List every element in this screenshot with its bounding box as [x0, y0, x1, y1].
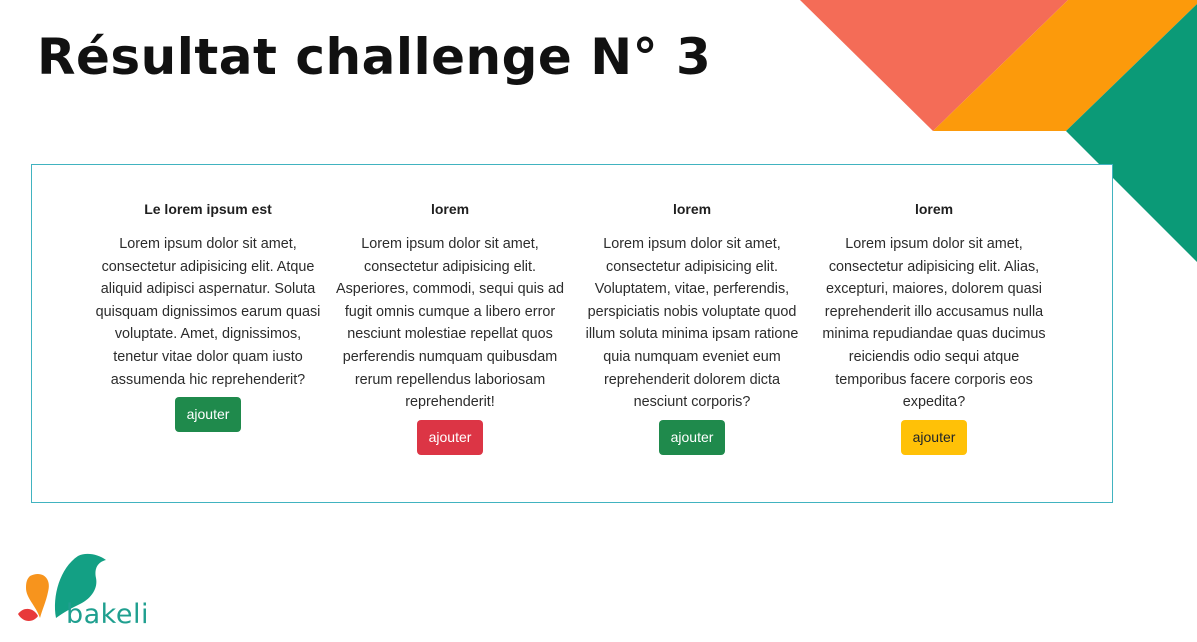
add-button[interactable]: ajouter	[658, 419, 726, 455]
page-title: Résultat challenge N° 3	[37, 28, 712, 86]
card-2: lorem Lorem ipsum dolor sit amet, consec…	[336, 201, 564, 455]
brand-name: bakeli	[66, 599, 149, 630]
card-text: Lorem ipsum dolor sit amet, consectetur …	[95, 236, 321, 388]
card-3: lorem Lorem ipsum dolor sit amet, consec…	[578, 201, 806, 455]
card-title: lorem	[914, 201, 954, 217]
add-button[interactable]: ajouter	[900, 419, 968, 455]
card-text: Lorem ipsum dolor sit amet, consectetur …	[585, 236, 799, 411]
card-title: lorem	[672, 201, 712, 217]
card-title: lorem	[430, 201, 470, 217]
card-4: lorem Lorem ipsum dolor sit amet, consec…	[820, 201, 1048, 455]
card-1: Le lorem ipsum est Lorem ipsum dolor sit…	[94, 201, 322, 433]
add-button[interactable]: ajouter	[416, 419, 484, 455]
add-button[interactable]: ajouter	[174, 397, 242, 433]
cards-panel: Le lorem ipsum est Lorem ipsum dolor sit…	[31, 164, 1113, 503]
card-text: Lorem ipsum dolor sit amet, consectetur …	[822, 236, 1046, 411]
card-text: Lorem ipsum dolor sit amet, consectetur …	[336, 236, 564, 411]
card-title: Le lorem ipsum est	[144, 201, 272, 217]
